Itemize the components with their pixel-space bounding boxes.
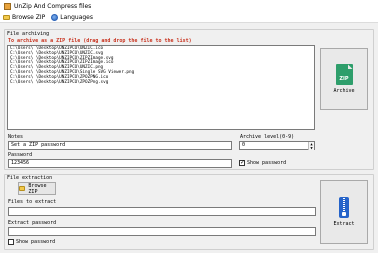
archive-file-list[interactable]: C:\Users\ \Desktop\UNZIPCO\UNZIC.ico C:\U… (7, 45, 315, 130)
extract-button[interactable]: Extract (320, 180, 368, 244)
browse-zip-button[interactable]: Browse ZIP (18, 182, 56, 195)
folder-icon (19, 186, 26, 191)
menu-languages-label: Languages (60, 13, 94, 21)
password-field[interactable]: 123456 (8, 159, 232, 168)
archiving-hint: To archive as a ZIP file (drag and drop … (8, 38, 192, 44)
list-item[interactable]: C:\Users\ \Desktop\UNZIPCO\ZPOZPng.svg (10, 80, 312, 86)
notes-label: Notes (8, 134, 24, 140)
archive-level-value: 0 (242, 142, 246, 148)
menu-browse-zip[interactable]: Browse ZIP (3, 14, 45, 21)
menu-bar: Browse ZIP Languages (0, 12, 378, 23)
extract-button-label: Extract (333, 221, 355, 227)
zipper-icon (339, 197, 349, 218)
files-to-extract-label: Files to extract (8, 199, 57, 205)
folder-icon (3, 14, 10, 20)
files-to-extract-field[interactable] (8, 207, 316, 216)
extract-password-label: Extract password (8, 220, 57, 226)
password-label: Password (8, 152, 33, 158)
window-title: UnZip And Compress files (14, 2, 92, 10)
title-bar: UnZip And Compress files (0, 0, 378, 12)
show-password-label: Show password (247, 160, 287, 166)
extract-show-password-checkbox[interactable] (8, 239, 14, 245)
archive-button-label: Archive (333, 88, 355, 94)
globe-icon (51, 13, 59, 21)
level-down-arrow-icon[interactable]: ▼ (308, 146, 314, 150)
archive-button[interactable]: ZIP Archive (320, 48, 368, 110)
app-icon (4, 2, 11, 10)
zip-icon-text: ZIP (339, 76, 349, 82)
archiving-section-label: File archiving (7, 31, 50, 37)
menu-browse-zip-label: Browse ZIP (12, 13, 46, 21)
extract-password-field[interactable] (8, 227, 316, 236)
extract-show-password-label: Show password (16, 239, 56, 245)
zip-file-icon: ZIP (335, 64, 353, 85)
archive-level-label: Archive level(0-9) (240, 134, 295, 140)
notes-field[interactable]: Set a ZIP password (8, 141, 232, 150)
archive-level-stepper[interactable]: 0 (239, 141, 315, 150)
menu-languages[interactable]: Languages (51, 13, 94, 21)
show-password-checkbox[interactable] (239, 159, 245, 167)
extraction-section-label: File extraction (7, 175, 53, 181)
browse-zip-button-label: Browse ZIP (28, 182, 47, 195)
